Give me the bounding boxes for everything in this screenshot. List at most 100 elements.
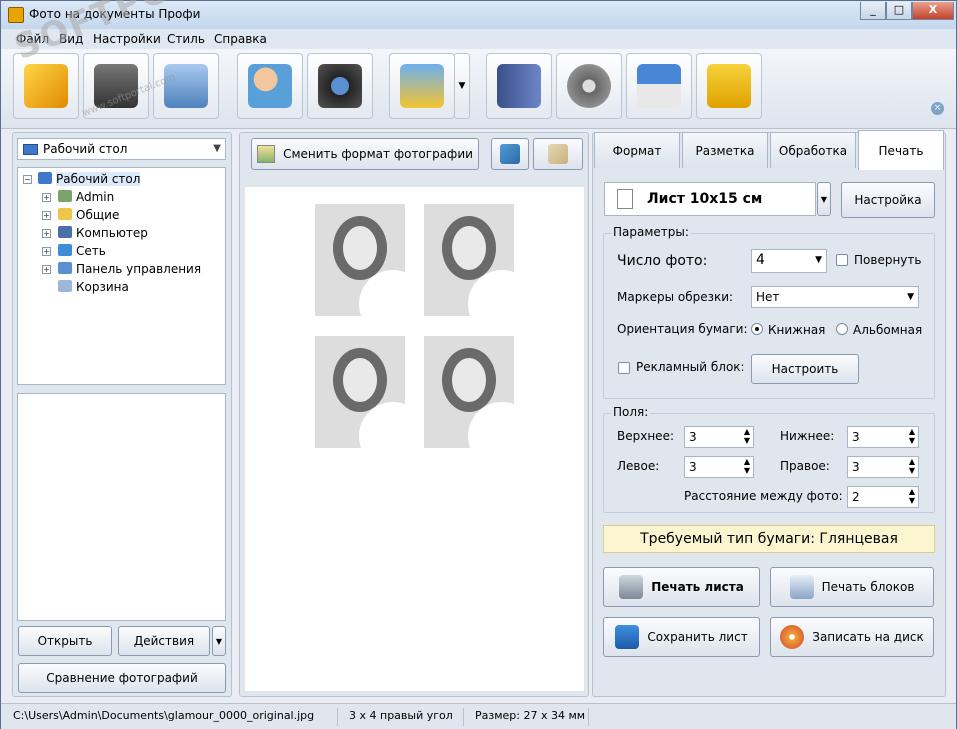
floppy-disk-icon [615, 625, 640, 649]
face-image [452, 358, 486, 402]
print-sheet-label: Печать листа [651, 580, 744, 594]
tree-item-control-panel[interactable]: Панель управления [58, 261, 201, 277]
tree-expand-icon[interactable]: + [42, 193, 51, 202]
spinner-arrows-icon[interactable]: ▲ ▼ [909, 487, 915, 505]
tab-format[interactable]: Формат [594, 132, 680, 168]
tree-item-label: Панель управления [76, 262, 202, 276]
tree-expand-icon[interactable]: + [42, 211, 51, 220]
tb-camera-button[interactable] [307, 53, 373, 119]
rotate-tool-button[interactable] [491, 138, 529, 170]
tree-expand-icon[interactable]: + [42, 229, 51, 238]
retouch-tool-button[interactable] [533, 138, 583, 170]
save-sheet-button[interactable]: Сохранить лист [603, 617, 760, 657]
right-margin-label: Правое: [780, 459, 830, 473]
actions-button[interactable]: Действия [118, 626, 210, 656]
top-margin-label: Верхнее: [617, 429, 674, 443]
folder-combo[interactable]: Рабочий стол ▼ [17, 138, 226, 160]
tb-video-button[interactable] [556, 53, 622, 119]
rotate-checkbox[interactable] [836, 254, 848, 266]
tb-shop-button[interactable] [696, 53, 762, 119]
cart-icon [707, 64, 751, 108]
spinner-arrows-icon[interactable]: ▲ ▼ [744, 427, 750, 445]
menu-help[interactable]: Справка [214, 32, 267, 46]
help-book-icon [497, 64, 541, 108]
face-image [343, 358, 377, 402]
print-blocks-button[interactable]: Печать блоков [770, 567, 934, 607]
tree-item-desktop[interactable]: Рабочий стол [38, 171, 141, 187]
tb-print-button[interactable] [153, 53, 219, 119]
portrait-radio[interactable] [751, 323, 763, 335]
tb-image-dropdown[interactable]: ▼ [454, 53, 470, 119]
tree-item-label: Admin [76, 190, 115, 204]
tree-item-computer[interactable]: Компьютер [58, 225, 148, 241]
tree-expand-icon[interactable]: + [42, 265, 51, 274]
change-format-button[interactable]: Сменить формат фотографии [251, 138, 479, 170]
status-divider [337, 708, 338, 726]
tree-collapse-icon[interactable]: − [23, 175, 32, 184]
ad-block-checkbox[interactable] [618, 362, 630, 374]
right-margin-value: 3 [852, 460, 860, 474]
left-margin-spinner[interactable]: 3 ▲ ▼ [684, 456, 754, 478]
tb-wizard-button[interactable] [13, 53, 79, 119]
configure-button[interactable]: Настроить [751, 354, 859, 384]
tab-processing[interactable]: Обработка [770, 132, 856, 168]
menu-settings[interactable]: Настройки [93, 32, 161, 46]
tree-item-network[interactable]: Сеть [58, 243, 106, 259]
tree-item-admin[interactable]: Admin [58, 189, 114, 205]
toolbar-close-icon[interactable]: × [931, 102, 944, 115]
tree-item-shared[interactable]: Общие [58, 207, 119, 223]
minimize-button[interactable]: _ [860, 2, 886, 20]
spinner-arrows-icon[interactable]: ▲ ▼ [744, 457, 750, 475]
top-margin-spinner[interactable]: 3 ▲ ▼ [684, 426, 754, 448]
sheet-size-combo[interactable]: Лист 10х15 см [604, 182, 816, 216]
tab-print[interactable]: Печать [858, 130, 944, 170]
menu-view[interactable]: Вид [59, 32, 83, 46]
spacing-spinner[interactable]: 2 ▲ ▼ [847, 486, 919, 508]
chevron-down-icon: ▼ [215, 636, 223, 646]
setup-button[interactable]: Настройка [841, 182, 935, 218]
spinner-arrows-icon[interactable]: ▲ ▼ [909, 457, 915, 475]
tb-open-button[interactable] [83, 53, 149, 119]
menu-style[interactable]: Стиль [167, 32, 205, 46]
portrait-label: Книжная [768, 323, 826, 337]
control-panel-icon [58, 262, 72, 274]
network-icon [58, 244, 72, 256]
tb-help-button[interactable] [486, 53, 552, 119]
landscape-radio[interactable] [836, 323, 848, 335]
tb-user-button[interactable] [237, 53, 303, 119]
open-button[interactable]: Открыть [18, 626, 112, 656]
orientation-label: Ориентация бумаги: [617, 322, 748, 336]
close-button[interactable]: X [912, 2, 954, 20]
print-sheet-button[interactable]: Печать листа [603, 567, 760, 607]
spinner-arrows-icon[interactable]: ▲ ▼ [909, 427, 915, 445]
computer-icon [58, 226, 72, 238]
tab-layout[interactable]: Разметка [682, 132, 768, 168]
crop-markers-select[interactable]: Нет ▼ [751, 286, 919, 308]
compare-photos-button[interactable]: Сравнение фотографий [18, 663, 226, 693]
tb-image-button[interactable] [389, 53, 455, 119]
actions-dropdown[interactable]: ▼ [212, 626, 226, 656]
chevron-down-icon: ▼ [907, 292, 914, 302]
tb-home-button[interactable] [626, 53, 692, 119]
dropdown-arrow-icon: ▼ [458, 81, 466, 91]
toolbar: ▼ × [1, 49, 956, 129]
disc-burn-icon [780, 625, 805, 649]
photo-thumbnail [315, 204, 405, 316]
crop-markers-value: Нет [756, 290, 780, 304]
status-divider [463, 708, 464, 726]
photo-count-select[interactable]: 4 ▼ [751, 249, 827, 273]
chevron-down-icon: ▼ [213, 143, 221, 154]
maximize-button[interactable]: □ [886, 2, 912, 20]
photo-thumbnail [315, 336, 405, 448]
burn-disc-button[interactable]: Записать на диск [770, 617, 934, 657]
bottom-margin-spinner[interactable]: 3 ▲ ▼ [847, 426, 919, 448]
tree-item-recycle-bin[interactable]: Корзина [58, 279, 129, 295]
brush-icon [548, 144, 568, 164]
right-margin-spinner[interactable]: 3 ▲ ▼ [847, 456, 919, 478]
menu-file[interactable]: Файл [16, 32, 49, 46]
sheet-size-value: Лист 10х15 см [647, 191, 763, 207]
wizard-icon [24, 64, 68, 108]
sheet-size-dropdown[interactable]: ▼ [817, 182, 831, 216]
tree-expand-icon[interactable]: + [42, 247, 51, 256]
chevron-down-icon: ▼ [820, 194, 828, 204]
